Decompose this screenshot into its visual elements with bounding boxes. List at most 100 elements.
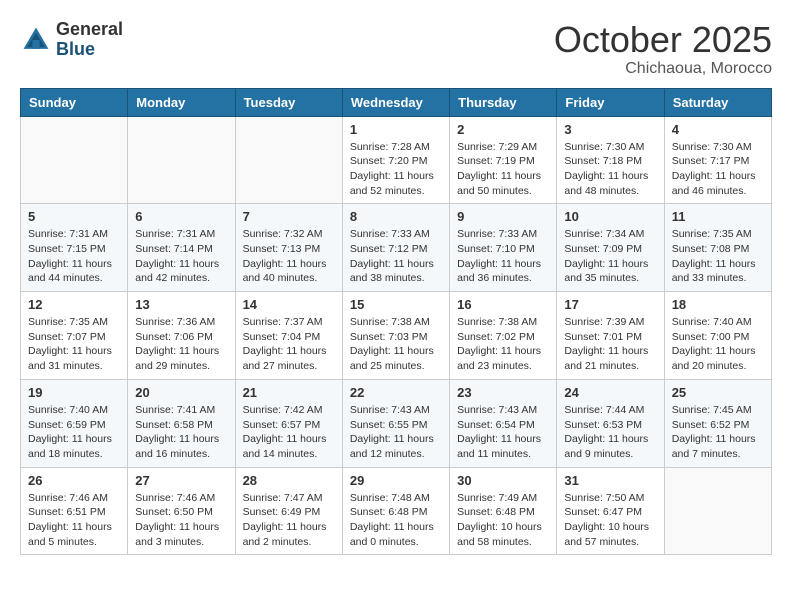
column-header-monday: Monday xyxy=(128,88,235,116)
calendar-cell: 15 Sunrise: 7:38 AM Sunset: 7:03 PM Dayli… xyxy=(342,292,449,380)
day-number: 18 xyxy=(672,297,764,312)
calendar-week-row: 5 Sunrise: 7:31 AM Sunset: 7:15 PM Daylig… xyxy=(21,204,772,292)
day-info: Sunrise: 7:29 AM Sunset: 7:19 PM Dayligh… xyxy=(457,140,549,199)
calendar-cell: 24 Sunrise: 7:44 AM Sunset: 6:53 PM Dayli… xyxy=(557,379,664,467)
day-info: Sunrise: 7:46 AM Sunset: 6:51 PM Dayligh… xyxy=(28,491,120,550)
day-number: 29 xyxy=(350,473,442,488)
calendar-table: SundayMondayTuesdayWednesdayThursdayFrid… xyxy=(20,88,772,556)
day-number: 7 xyxy=(243,209,335,224)
calendar-cell: 19 Sunrise: 7:40 AM Sunset: 6:59 PM Dayli… xyxy=(21,379,128,467)
calendar-cell: 14 Sunrise: 7:37 AM Sunset: 7:04 PM Dayli… xyxy=(235,292,342,380)
day-number: 3 xyxy=(564,122,656,137)
day-info: Sunrise: 7:38 AM Sunset: 7:03 PM Dayligh… xyxy=(350,315,442,374)
title-block: October 2025 Chichaoua, Morocco xyxy=(554,20,772,78)
day-number: 19 xyxy=(28,385,120,400)
day-number: 15 xyxy=(350,297,442,312)
day-number: 2 xyxy=(457,122,549,137)
day-info: Sunrise: 7:33 AM Sunset: 7:10 PM Dayligh… xyxy=(457,227,549,286)
page-header: General Blue October 2025 Chichaoua, Mor… xyxy=(20,20,772,78)
calendar-week-row: 12 Sunrise: 7:35 AM Sunset: 7:07 PM Dayli… xyxy=(21,292,772,380)
calendar-cell: 20Sunrise: 7:41 AM Sunset: 6:58 PM Dayli… xyxy=(128,379,235,467)
day-number: 14 xyxy=(243,297,335,312)
day-number: 22 xyxy=(350,385,442,400)
day-number: 13 xyxy=(135,297,227,312)
logo-text: General Blue xyxy=(56,20,123,60)
calendar-cell xyxy=(128,116,235,204)
day-info: Sunrise: 7:40 AM Sunset: 6:59 PM Dayligh… xyxy=(28,403,120,462)
day-number: 23 xyxy=(457,385,549,400)
calendar-cell: 3 Sunrise: 7:30 AM Sunset: 7:18 PM Daylig… xyxy=(557,116,664,204)
calendar-cell: 2 Sunrise: 7:29 AM Sunset: 7:19 PM Daylig… xyxy=(450,116,557,204)
day-number: 8 xyxy=(350,209,442,224)
month-title: October 2025 xyxy=(554,20,772,60)
calendar-cell: 30 Sunrise: 7:49 AM Sunset: 6:48 PM Dayli… xyxy=(450,467,557,555)
logo: General Blue xyxy=(20,20,123,60)
day-info: Sunrise: 7:38 AM Sunset: 7:02 PM Dayligh… xyxy=(457,315,549,374)
day-number: 5 xyxy=(28,209,120,224)
day-info: Sunrise: 7:31 AM Sunset: 7:15 PM Dayligh… xyxy=(28,227,120,286)
day-info: Sunrise: 7:30 AM Sunset: 7:17 PM Dayligh… xyxy=(672,140,764,199)
day-info: Sunrise: 7:50 AM Sunset: 6:47 PM Dayligh… xyxy=(564,491,656,550)
day-info: Sunrise: 7:47 AM Sunset: 6:49 PM Dayligh… xyxy=(243,491,335,550)
calendar-cell: 31 Sunrise: 7:50 AM Sunset: 6:47 PM Dayli… xyxy=(557,467,664,555)
calendar-cell: 17 Sunrise: 7:39 AM Sunset: 7:01 PM Dayli… xyxy=(557,292,664,380)
day-number: 12 xyxy=(28,297,120,312)
day-info: Sunrise: 7:43 AM Sunset: 6:55 PM Dayligh… xyxy=(350,403,442,462)
calendar-cell: 4 Sunrise: 7:30 AM Sunset: 7:17 PM Daylig… xyxy=(664,116,771,204)
day-info: Sunrise: 7:39 AM Sunset: 7:01 PM Dayligh… xyxy=(564,315,656,374)
calendar-cell: 13 Sunrise: 7:36 AM Sunset: 7:06 PM Dayli… xyxy=(128,292,235,380)
day-info: Sunrise: 7:49 AM Sunset: 6:48 PM Dayligh… xyxy=(457,491,549,550)
calendar-cell: 8 Sunrise: 7:33 AM Sunset: 7:12 PM Daylig… xyxy=(342,204,449,292)
calendar-cell: 18 Sunrise: 7:40 AM Sunset: 7:00 PM Dayli… xyxy=(664,292,771,380)
day-info: Sunrise: 7:31 AM Sunset: 7:14 PM Dayligh… xyxy=(135,227,227,286)
day-info: Sunrise: 7:34 AM Sunset: 7:09 PM Dayligh… xyxy=(564,227,656,286)
column-header-thursday: Thursday xyxy=(450,88,557,116)
day-info: Sunrise: 7:46 AM Sunset: 6:50 PM Dayligh… xyxy=(135,491,227,550)
day-info: Sunrise: 7:35 AM Sunset: 7:08 PM Dayligh… xyxy=(672,227,764,286)
calendar-cell: 23Sunrise: 7:43 AM Sunset: 6:54 PM Dayli… xyxy=(450,379,557,467)
day-info: Sunrise: 7:44 AM Sunset: 6:53 PM Dayligh… xyxy=(564,403,656,462)
day-number: 21 xyxy=(243,385,335,400)
column-header-tuesday: Tuesday xyxy=(235,88,342,116)
calendar-week-row: 26Sunrise: 7:46 AM Sunset: 6:51 PM Dayli… xyxy=(21,467,772,555)
day-number: 16 xyxy=(457,297,549,312)
calendar-cell: 12 Sunrise: 7:35 AM Sunset: 7:07 PM Dayli… xyxy=(21,292,128,380)
day-number: 4 xyxy=(672,122,764,137)
day-info: Sunrise: 7:32 AM Sunset: 7:13 PM Dayligh… xyxy=(243,227,335,286)
column-header-wednesday: Wednesday xyxy=(342,88,449,116)
calendar-cell: 21Sunrise: 7:42 AM Sunset: 6:57 PM Dayli… xyxy=(235,379,342,467)
calendar-cell xyxy=(21,116,128,204)
day-number: 30 xyxy=(457,473,549,488)
day-number: 27 xyxy=(135,473,227,488)
day-number: 1 xyxy=(350,122,442,137)
calendar-cell: 11Sunrise: 7:35 AM Sunset: 7:08 PM Dayli… xyxy=(664,204,771,292)
calendar-cell: 6Sunrise: 7:31 AM Sunset: 7:14 PM Daylig… xyxy=(128,204,235,292)
day-number: 9 xyxy=(457,209,549,224)
calendar-cell: 7 Sunrise: 7:32 AM Sunset: 7:13 PM Daylig… xyxy=(235,204,342,292)
day-info: Sunrise: 7:45 AM Sunset: 6:52 PM Dayligh… xyxy=(672,403,764,462)
calendar-cell: 1Sunrise: 7:28 AM Sunset: 7:20 PM Daylig… xyxy=(342,116,449,204)
location: Chichaoua, Morocco xyxy=(554,60,772,78)
calendar-week-row: 19 Sunrise: 7:40 AM Sunset: 6:59 PM Dayli… xyxy=(21,379,772,467)
calendar-cell: 5 Sunrise: 7:31 AM Sunset: 7:15 PM Daylig… xyxy=(21,204,128,292)
day-number: 10 xyxy=(564,209,656,224)
day-info: Sunrise: 7:36 AM Sunset: 7:06 PM Dayligh… xyxy=(135,315,227,374)
day-info: Sunrise: 7:35 AM Sunset: 7:07 PM Dayligh… xyxy=(28,315,120,374)
day-number: 25 xyxy=(672,385,764,400)
day-info: Sunrise: 7:33 AM Sunset: 7:12 PM Dayligh… xyxy=(350,227,442,286)
day-number: 31 xyxy=(564,473,656,488)
calendar-cell xyxy=(664,467,771,555)
day-number: 24 xyxy=(564,385,656,400)
day-number: 17 xyxy=(564,297,656,312)
day-info: Sunrise: 7:40 AM Sunset: 7:00 PM Dayligh… xyxy=(672,315,764,374)
calendar-week-row: 1Sunrise: 7:28 AM Sunset: 7:20 PM Daylig… xyxy=(21,116,772,204)
calendar-cell: 16 Sunrise: 7:38 AM Sunset: 7:02 PM Dayli… xyxy=(450,292,557,380)
calendar-cell xyxy=(235,116,342,204)
day-info: Sunrise: 7:37 AM Sunset: 7:04 PM Dayligh… xyxy=(243,315,335,374)
day-number: 20 xyxy=(135,385,227,400)
logo-icon xyxy=(20,24,52,56)
calendar-cell: 27 Sunrise: 7:46 AM Sunset: 6:50 PM Dayli… xyxy=(128,467,235,555)
calendar-cell: 28Sunrise: 7:47 AM Sunset: 6:49 PM Dayli… xyxy=(235,467,342,555)
day-info: Sunrise: 7:30 AM Sunset: 7:18 PM Dayligh… xyxy=(564,140,656,199)
calendar-cell: 22 Sunrise: 7:43 AM Sunset: 6:55 PM Dayli… xyxy=(342,379,449,467)
